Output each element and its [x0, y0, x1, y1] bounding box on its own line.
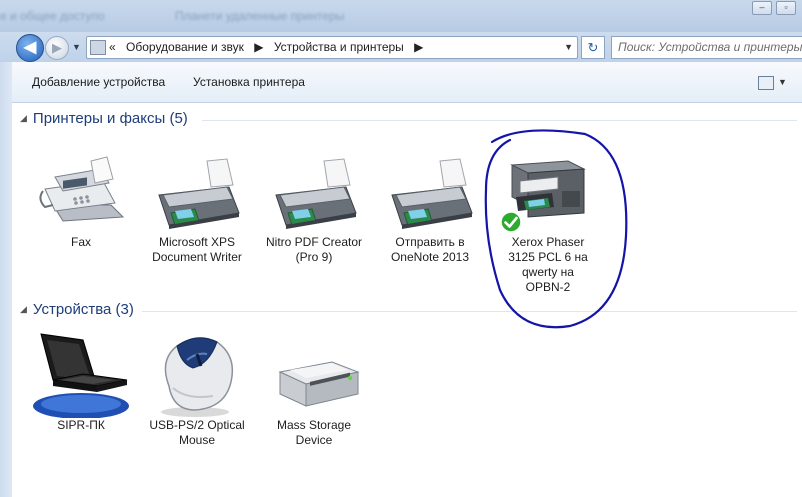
item-label: Nitro PDF Creator (Pro 9) — [265, 235, 363, 264]
address-dropdown-icon[interactable]: ▼ — [564, 42, 573, 52]
item-label: USB-PS/2 Optical Mouse — [149, 418, 245, 447]
device-item-optical-mouse[interactable]: USB-PS/2 Optical Mouse — [142, 330, 252, 448]
printer-icon — [382, 155, 478, 235]
item-label: Mass Storage Device — [276, 418, 352, 447]
address-bar[interactable]: « Оборудование и звук ▶ Устройства и при… — [86, 36, 578, 59]
recent-pages-icon[interactable]: ▼ — [72, 42, 81, 52]
item-label: SIPR-ПК — [57, 418, 105, 432]
printer-item-fax[interactable]: Fax — [26, 155, 136, 250]
collapse-icon[interactable]: ◢ — [20, 304, 27, 315]
item-label: Отправить в OneNote 2013 — [390, 235, 470, 264]
breadcrumb: « Оборудование и звук ▶ Устройства и при… — [109, 40, 430, 54]
collapse-icon[interactable]: ◢ — [20, 113, 27, 124]
forward-button[interactable]: ▶ — [45, 36, 69, 60]
printer-item-microsoft-xps[interactable]: Microsoft XPS Document Writer — [142, 155, 252, 265]
window-controls: – ▫ — [752, 1, 796, 15]
breadcrumb-separator-icon[interactable]: ▶ — [414, 40, 423, 54]
breadcrumb-hardware-sound[interactable]: Оборудование и звук — [126, 40, 244, 54]
printer-icon — [266, 155, 362, 235]
printer-item-nitro-pdf[interactable]: Nitro PDF Creator (Pro 9) — [259, 155, 369, 265]
multifunction-printer-icon — [498, 155, 598, 235]
search-placeholder: Поиск: Устройства и принтеры — [618, 40, 802, 54]
title-ghost-text-2: Планети удаленные принтеры — [175, 9, 345, 23]
mouse-icon — [147, 330, 247, 418]
device-item-sipr-pc[interactable]: SIPR-ПК — [26, 330, 136, 433]
devices-group-title: Устройства (3) — [32, 301, 134, 318]
title-bar: е и общее доступо Планети удаленные прин… — [0, 0, 802, 32]
item-label: Microsoft XPS Document Writer — [152, 235, 242, 264]
navigation-bar: ◀ ▶ ▼ « Оборудование и звук ▶ Устройства… — [0, 32, 802, 62]
breadcrumb-separator-icon[interactable]: ▶ — [254, 40, 263, 54]
group-divider — [202, 120, 797, 121]
breadcrumb-devices-printers[interactable]: Устройства и принтеры — [274, 40, 404, 54]
control-panel-icon — [90, 40, 106, 55]
printers-group-title: Принтеры и факсы (5) — [32, 110, 188, 127]
devices-panel: ◢ Принтеры и факсы (5) Fax Microsoft XPS… — [12, 103, 802, 497]
back-button[interactable]: ◀ — [16, 34, 44, 62]
devices-group-header[interactable]: ◢ Устройства (3) — [20, 301, 134, 318]
maximize-icon[interactable]: ▫ — [776, 1, 796, 15]
printer-item-xerox-phaser[interactable]: Xerox Phaser 3125 PCL 6 на qwerty на OPB… — [493, 155, 603, 295]
fax-icon — [33, 155, 129, 235]
title-ghost-text: е и общее доступо — [0, 9, 105, 23]
command-bar: Добавление устройства Установка принтера… — [12, 62, 802, 103]
refresh-button[interactable]: ↻ — [581, 36, 605, 59]
item-label: Fax — [70, 235, 91, 249]
item-label: Xerox Phaser 3125 PCL 6 на qwerty на OPB… — [508, 235, 588, 294]
printer-item-onenote[interactable]: Отправить в OneNote 2013 — [375, 155, 485, 265]
printer-icon — [149, 155, 245, 235]
add-device-button[interactable]: Добавление устройства — [32, 75, 165, 89]
device-item-mass-storage[interactable]: Mass Storage Device — [259, 330, 369, 448]
window-frame-left — [0, 62, 12, 497]
change-view-icon[interactable] — [758, 76, 774, 90]
printers-group-header[interactable]: ◢ Принтеры и факсы (5) — [20, 110, 188, 127]
minimize-icon[interactable]: – — [752, 1, 772, 15]
search-input[interactable]: Поиск: Устройства и принтеры — [611, 36, 802, 59]
breadcrumb-overflow[interactable]: « — [109, 40, 116, 54]
view-dropdown-icon[interactable]: ▼ — [778, 77, 787, 87]
add-printer-button[interactable]: Установка принтера — [193, 75, 305, 89]
laptop-icon — [31, 330, 131, 419]
group-divider — [142, 311, 797, 312]
default-printer-check-icon — [500, 211, 522, 233]
storage-drive-icon — [266, 330, 362, 418]
